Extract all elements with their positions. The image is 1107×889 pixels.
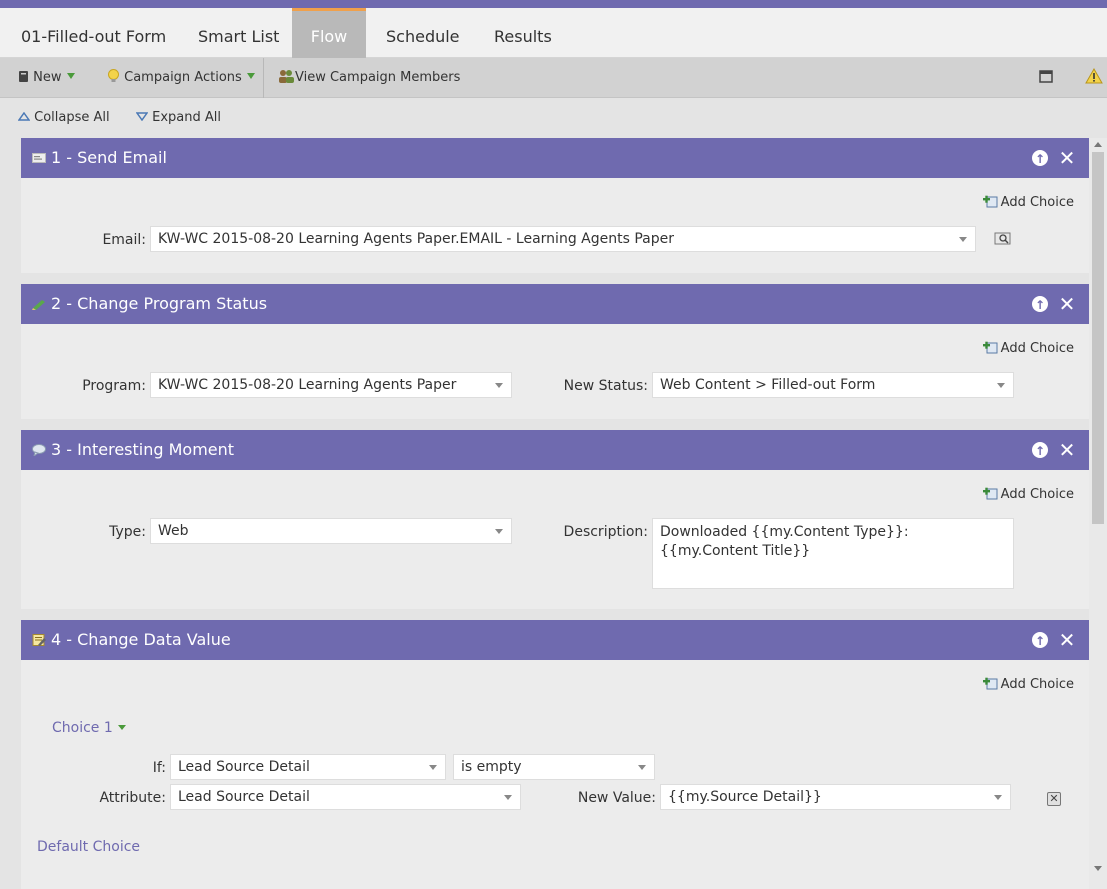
attribute-label: Attribute: — [99, 790, 166, 806]
expand-icon — [135, 112, 149, 122]
add-choice-button[interactable]: Add Choice — [982, 676, 1074, 692]
chevron-down-icon — [117, 725, 126, 730]
delete-step-button[interactable]: ✕ — [1058, 630, 1076, 650]
view-members-label: View Campaign Members — [295, 70, 461, 85]
chevron-down-icon — [66, 73, 75, 79]
email-select[interactable]: KW-WC 2015-08-20 Learning Agents Paper.E… — [150, 226, 976, 252]
tab-bar: 01-Filled-out Form Smart List Flow Sched… — [0, 8, 1107, 58]
flow-canvas: 1 - Send Email ↑ ✕ Add Choice Email: KW-… — [0, 138, 1107, 889]
people-icon — [279, 70, 294, 83]
scroll-down-arrow-icon[interactable] — [1094, 866, 1102, 871]
flow-step-change-program-status: 2 - Change Program Status ↑ ✕ Add Choice… — [21, 284, 1089, 419]
chevron-down-icon — [504, 795, 512, 800]
program-select[interactable]: KW-WC 2015-08-20 Learning Agents Paper — [150, 372, 512, 398]
flow-step-change-data-value: 4 - Change Data Value ↑ ✕ Add Choice Cho… — [21, 620, 1089, 889]
collapse-all-button[interactable]: Collapse All — [17, 98, 110, 138]
campaign-actions-label: Campaign Actions — [124, 70, 242, 85]
step-header[interactable]: 3 - Interesting Moment ↑ ✕ — [21, 430, 1089, 470]
top-accent-bar — [0, 0, 1107, 8]
warning-icon[interactable] — [1085, 58, 1103, 98]
condition-operator-select[interactable]: is empty — [453, 754, 655, 780]
new-icon — [19, 71, 28, 82]
choice-1-toggle[interactable]: Choice 1 — [52, 720, 126, 736]
new-value-label: New Value: — [577, 790, 656, 806]
default-choice-label: Default Choice — [37, 839, 141, 855]
delete-step-button[interactable]: ✕ — [1058, 148, 1076, 168]
description-textarea[interactable]: Downloaded {{my.Content Type}}: {{my.Con… — [652, 518, 1014, 589]
preview-email-icon[interactable] — [994, 232, 1012, 250]
step-title: 3 - Interesting Moment — [51, 440, 235, 459]
tab-schedule[interactable]: Schedule — [386, 8, 460, 58]
type-label: Type: — [109, 524, 146, 540]
chevron-down-icon — [638, 765, 646, 770]
new-value-select[interactable]: {{my.Source Detail}} — [660, 784, 1011, 810]
chevron-down-icon — [495, 383, 503, 388]
flow-step-send-email: 1 - Send Email ↑ ✕ Add Choice Email: KW-… — [21, 138, 1089, 273]
view-campaign-members-button[interactable]: View Campaign Members — [278, 58, 460, 98]
data-value-icon — [32, 634, 46, 646]
add-choice-icon — [982, 677, 998, 690]
speech-bubble-icon — [32, 444, 46, 456]
collapse-icon — [17, 111, 31, 121]
flow-step-interesting-moment: 3 - Interesting Moment ↑ ✕ Add Choice Ty… — [21, 430, 1089, 609]
tab-form[interactable]: 01-Filled-out Form — [21, 8, 166, 58]
email-label: Email: — [102, 232, 146, 248]
chevron-down-icon — [246, 73, 255, 79]
step-header[interactable]: 4 - Change Data Value ↑ ✕ — [21, 620, 1089, 660]
chevron-down-icon — [429, 765, 437, 770]
move-up-button[interactable]: ↑ — [1031, 295, 1049, 313]
expand-all-button[interactable]: Expand All — [135, 98, 222, 138]
new-menu[interactable]: New — [18, 58, 75, 98]
expand-collapse-bar: Collapse All Expand All — [0, 98, 1107, 138]
add-choice-icon — [982, 341, 998, 354]
add-choice-button[interactable]: Add Choice — [982, 194, 1074, 210]
tab-smart-list[interactable]: Smart List — [198, 8, 279, 58]
add-choice-icon — [982, 195, 998, 208]
delete-step-button[interactable]: ✕ — [1058, 294, 1076, 314]
collapse-all-label: Collapse All — [34, 110, 110, 125]
add-choice-button[interactable]: Add Choice — [982, 486, 1074, 502]
chevron-down-icon — [959, 237, 967, 242]
chevron-down-icon — [997, 383, 1005, 388]
flow-scrollbar[interactable] — [1089, 138, 1107, 889]
step-header[interactable]: 2 - Change Program Status ↑ ✕ — [21, 284, 1089, 324]
delete-step-button[interactable]: ✕ — [1058, 440, 1076, 460]
toolbar-divider — [263, 58, 264, 98]
new-status-select[interactable]: Web Content > Filled-out Form — [652, 372, 1014, 398]
tab-flow[interactable]: Flow — [292, 8, 366, 58]
move-up-button[interactable]: ↑ — [1031, 441, 1049, 459]
email-icon — [32, 153, 46, 163]
add-choice-button[interactable]: Add Choice — [982, 340, 1074, 356]
if-label: If: — [152, 760, 166, 776]
step-title: 2 - Change Program Status — [51, 294, 268, 313]
step-title: 1 - Send Email — [51, 148, 167, 167]
delete-choice-icon[interactable]: ✕ — [1047, 792, 1061, 806]
scroll-thumb[interactable] — [1092, 152, 1104, 524]
expand-all-label: Expand All — [152, 110, 222, 125]
campaign-actions-menu[interactable]: Campaign Actions — [107, 58, 255, 98]
status-icon — [32, 300, 45, 310]
move-up-button[interactable]: ↑ — [1031, 149, 1049, 167]
type-select[interactable]: Web — [150, 518, 512, 544]
new-status-label: New Status: — [563, 378, 648, 394]
if-attribute-select[interactable]: Lead Source Detail — [170, 754, 446, 780]
toolbar: New Campaign Actions View Campaign Membe… — [0, 58, 1107, 98]
description-label: Description: — [563, 524, 648, 540]
lightbulb-icon — [108, 69, 119, 82]
move-up-button[interactable]: ↑ — [1031, 631, 1049, 649]
step-header[interactable]: 1 - Send Email ↑ ✕ — [21, 138, 1089, 178]
window-icon[interactable] — [1039, 58, 1053, 98]
tab-results[interactable]: Results — [494, 8, 552, 58]
chevron-down-icon — [495, 529, 503, 534]
attribute-select[interactable]: Lead Source Detail — [170, 784, 521, 810]
step-title: 4 - Change Data Value — [51, 630, 231, 649]
new-label: New — [33, 70, 62, 85]
add-choice-icon — [982, 487, 998, 500]
chevron-down-icon — [994, 795, 1002, 800]
program-label: Program: — [82, 378, 146, 394]
scroll-up-arrow-icon[interactable] — [1094, 142, 1102, 147]
